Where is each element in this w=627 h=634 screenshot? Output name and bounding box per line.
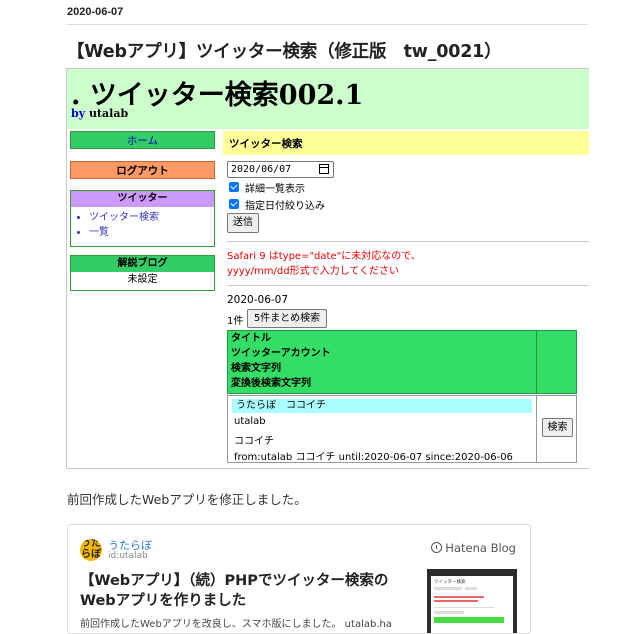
blog-avatar[interactable]: うた らぼ <box>80 539 102 561</box>
app-header: . ツイッター検索002.1 by utalab <box>67 69 589 129</box>
post-title[interactable]: 【Webアプリ】ツイッター検索（修正版 tw_0021） <box>67 38 502 63</box>
date-value: 2020/06/07 <box>231 164 292 175</box>
calendar-icon[interactable] <box>319 164 329 174</box>
thumbnail-page: ツイッター検索 <box>431 576 513 633</box>
blog-box-value: 未設定 <box>127 274 158 285</box>
thumbnail-title: ツイッター検索 <box>434 580 466 585</box>
by-author: utalab <box>88 107 129 120</box>
twitter-menu-heading: ツイッター <box>71 191 214 207</box>
blog-box-heading: 解説ブログ <box>71 256 214 272</box>
row-converted: from:utalab ココイチ until:2020-06-07 since:… <box>234 452 513 463</box>
divider <box>67 24 588 25</box>
blog-box: 解説ブログ 未設定 <box>70 255 215 291</box>
hatena-logo-icon <box>431 542 443 553</box>
section-header: ツイッター検索 <box>223 131 589 155</box>
result-count: 1件 <box>227 316 244 327</box>
thumbnail-line <box>434 607 494 608</box>
home-button[interactable]: ホーム <box>70 131 215 149</box>
twitter-menu-list: ツイッター検索 一覧 <box>71 210 214 240</box>
header-title: タイトル <box>231 333 271 344</box>
thumbnail-line <box>434 596 484 598</box>
thumbnail-line <box>465 587 477 590</box>
divider <box>227 285 589 286</box>
sidebar-item-twitter-search[interactable]: ツイッター検索 <box>89 210 214 225</box>
safari-warning: Safari 9 はtype="date"に未対応なので、 yyyy/mm/dd… <box>227 249 421 279</box>
detail-checkbox-label: 詳細一覧表示 <box>245 184 305 195</box>
card-title[interactable]: 【Webアプリ】（続）PHPでツイッター検索のWebアプリを作りました <box>80 571 400 611</box>
header-converted: 変換後検索文字列 <box>231 378 311 389</box>
result-date: 2020-06-07 <box>227 294 289 306</box>
row-keyword: ココイチ <box>234 436 274 447</box>
warning-line-2: yyyy/mm/dd形式で入力してください <box>227 266 399 277</box>
hatena-blog-provider[interactable]: Hatena Blog <box>431 541 516 555</box>
search-button[interactable]: 検索 <box>542 418 573 437</box>
table-row: うたらぼ ココイチ utalab ココイチ from:utalab ココイチ u… <box>227 395 537 463</box>
post-body: 前回作成したWebアプリを修正しました。 <box>67 492 307 507</box>
row-account: utalab <box>234 416 266 427</box>
twitter-menu-box: ツイッター ツイッター検索 一覧 <box>70 190 215 247</box>
batch-search-button[interactable]: 5件まとめ検索 <box>247 309 327 328</box>
date-filter-checkbox-label: 指定日付絞り込み <box>245 201 325 212</box>
card-description: 前回作成したWebアプリを改良し、スマホ版にしました。 utalab.ha <box>80 619 392 630</box>
divider <box>227 241 589 242</box>
card-blog-id: id:utalab <box>108 551 148 561</box>
app-byline: by utalab <box>71 107 128 120</box>
blog-card[interactable]: うた らぼ うたらぼ id:utalab Hatena Blog 【Webアプリ… <box>67 524 531 634</box>
provider-name: Hatena Blog <box>445 541 516 555</box>
header-account: ツイッターアカウント <box>231 348 331 359</box>
thumbnail-line <box>434 600 478 602</box>
card-thumbnail[interactable]: ツイッター検索 <box>427 569 517 633</box>
avatar-text: うた らぼ <box>81 539 101 560</box>
header-keyword: 検索文字列 <box>231 363 281 374</box>
results-header-action-col <box>537 330 577 394</box>
thumbnail-line <box>434 611 464 614</box>
detail-checkbox[interactable] <box>229 182 239 192</box>
send-button[interactable]: 送信 <box>227 213 259 233</box>
section-title: ツイッター検索 <box>229 138 303 150</box>
warning-line-1: Safari 9 はtype="date"に未対応なので、 <box>227 251 421 262</box>
thumbnail-line <box>434 587 462 590</box>
logout-button[interactable]: ログアウト <box>70 161 215 179</box>
by-label: by <box>71 107 86 120</box>
post-date: 2020-06-07 <box>67 6 124 18</box>
row-title: うたらぼ ココイチ <box>232 399 532 413</box>
app-screenshot: . ツイッター検索002.1 by utalab ホーム ログアウト ツイッター… <box>66 68 589 469</box>
results-header: タイトル ツイッターアカウント 検索文字列 変換後検索文字列 <box>227 330 537 394</box>
date-filter-checkbox[interactable] <box>229 199 239 209</box>
thumbnail-line <box>434 617 504 623</box>
sidebar-item-list[interactable]: 一覧 <box>89 225 214 240</box>
date-input[interactable]: 2020/06/07 <box>227 161 334 178</box>
